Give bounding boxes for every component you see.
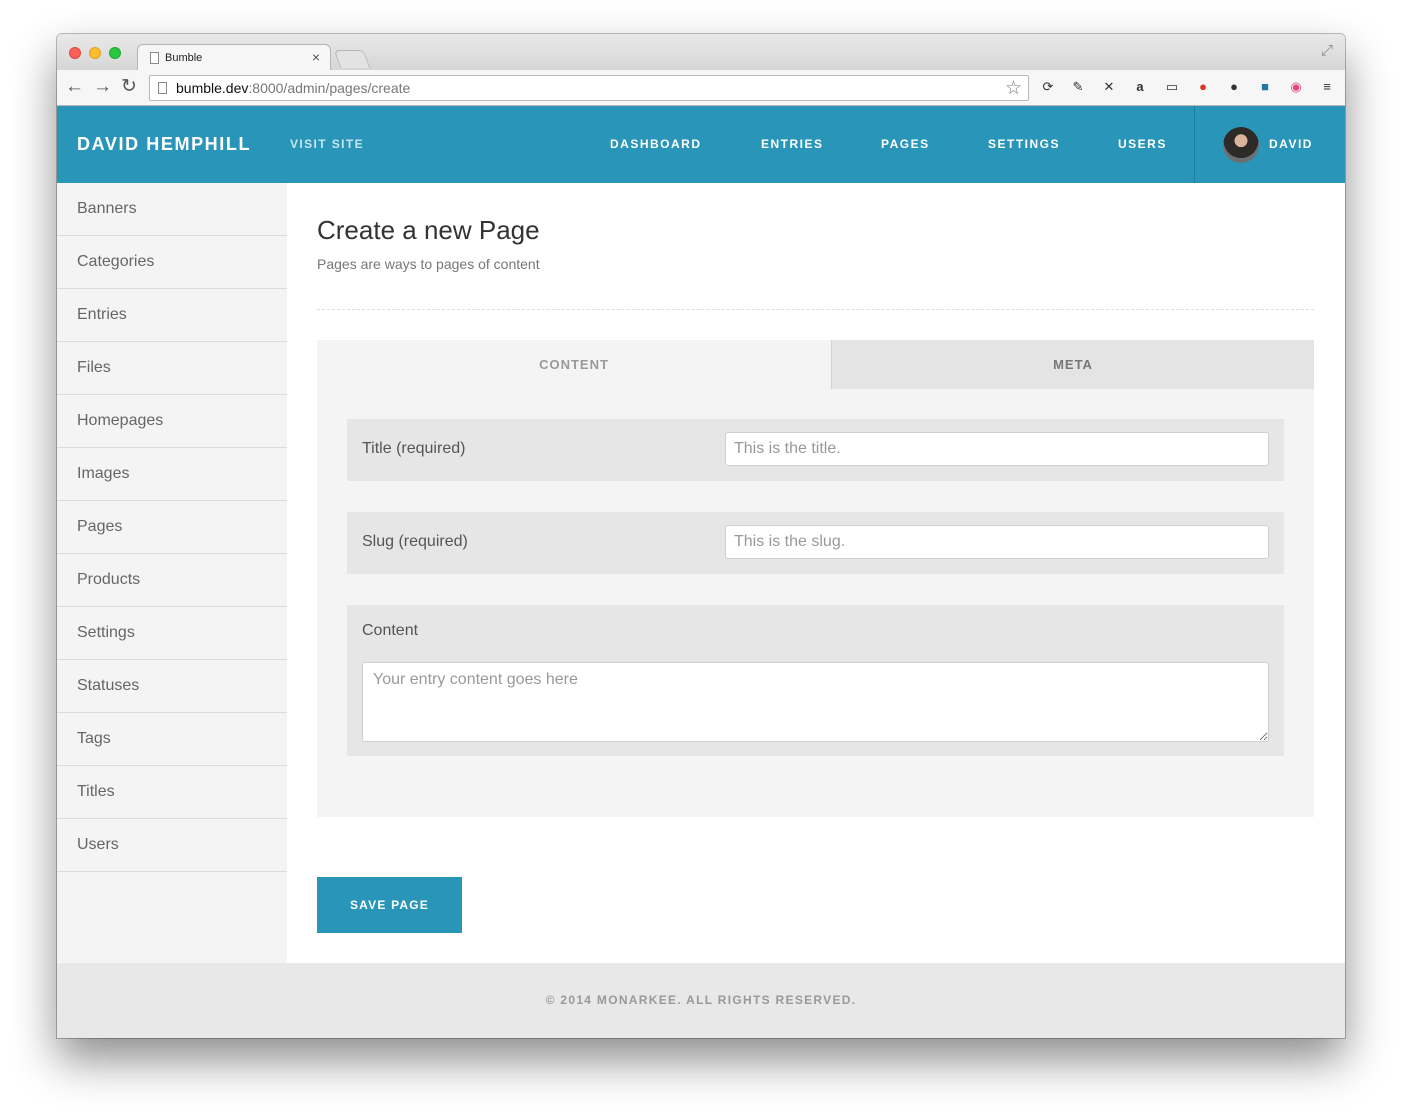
tab-close-icon[interactable]: ×: [312, 49, 320, 65]
tab-meta[interactable]: META: [831, 340, 1314, 389]
sidebar-item-homepages[interactable]: Homepages: [57, 395, 287, 448]
camera-extension-icon[interactable]: ◉: [1287, 78, 1305, 96]
tab-title: Bumble: [165, 52, 203, 64]
page-title: Create a new Page: [317, 215, 540, 245]
visit-site-link[interactable]: VISIT SITE: [290, 137, 364, 151]
page-subtitle: Pages are ways to pages of content: [317, 256, 540, 272]
sidebar-item-titles[interactable]: Titles: [57, 766, 287, 819]
tab-strip: Bumble × ⤢: [57, 34, 1345, 70]
pin-extension-icon[interactable]: ✕: [1100, 78, 1118, 96]
sidebar-item-entries[interactable]: Entries: [57, 289, 287, 342]
forward-icon[interactable]: →: [93, 76, 112, 98]
sidebar: Banners Categories Entries Files Homepag…: [57, 183, 287, 963]
cast-icon[interactable]: ▭: [1163, 78, 1181, 96]
divider: [317, 309, 1314, 310]
sidebar-item-files[interactable]: Files: [57, 342, 287, 395]
url-text: bumble.dev:8000/admin/pages/create: [176, 80, 410, 96]
nav-users[interactable]: USERS: [1118, 137, 1167, 151]
page-icon: [158, 82, 167, 94]
sidebar-item-statuses[interactable]: Statuses: [57, 660, 287, 713]
close-window-button[interactable]: [69, 47, 81, 59]
wrench-extension-icon[interactable]: ✎: [1069, 78, 1087, 96]
title-input[interactable]: [725, 432, 1269, 466]
minimize-window-button[interactable]: [89, 47, 101, 59]
sidebar-item-images[interactable]: Images: [57, 448, 287, 501]
sidebar-item-users[interactable]: Users: [57, 819, 287, 872]
sidebar-item-pages[interactable]: Pages: [57, 501, 287, 554]
avatar: [1223, 127, 1259, 163]
sidebar-item-tags[interactable]: Tags: [57, 713, 287, 766]
reload-icon[interactable]: ↻: [121, 76, 137, 98]
sidebar-item-products[interactable]: Products: [57, 554, 287, 607]
browser-toolbar: ← → ↻ bumble.dev:8000/admin/pages/create…: [57, 70, 1345, 106]
menu-icon[interactable]: ≡: [1318, 78, 1336, 96]
main-content: Create a new Page Pages are ways to page…: [287, 183, 1345, 963]
address-bar[interactable]: bumble.dev:8000/admin/pages/create ☆: [149, 75, 1029, 101]
app-header: DAVID HEMPHILL VISIT SITE DASHBOARD ENTR…: [57, 106, 1345, 183]
adblock-extension-icon[interactable]: ●: [1194, 78, 1212, 96]
browser-window: Bumble × ⤢ ← → ↻ bumble.dev:8000/admin/p…: [57, 34, 1345, 1038]
amazon-extension-icon[interactable]: a: [1131, 78, 1149, 96]
title-label: Title (required): [362, 440, 466, 457]
content-label: Content: [362, 622, 419, 639]
puzzle-extension-icon[interactable]: ■: [1256, 78, 1274, 96]
dark-extension-icon[interactable]: ●: [1225, 78, 1243, 96]
sidebar-item-banners[interactable]: Banners: [57, 183, 287, 236]
brand-logo[interactable]: DAVID HEMPHILL: [77, 134, 251, 155]
new-tab-button[interactable]: [333, 50, 371, 68]
save-page-button[interactable]: SAVE PAGE: [317, 877, 462, 933]
fullscreen-icon[interactable]: ⤢: [1321, 42, 1333, 59]
nav-dashboard[interactable]: DASHBOARD: [610, 137, 702, 151]
nav-pages[interactable]: PAGES: [881, 137, 930, 151]
zoom-window-button[interactable]: [109, 47, 121, 59]
nav-entries[interactable]: ENTRIES: [761, 137, 824, 151]
slug-input[interactable]: [725, 525, 1269, 559]
content-textarea[interactable]: [362, 662, 1269, 742]
sync-extension-icon[interactable]: ⟳: [1039, 78, 1057, 96]
sidebar-item-settings[interactable]: Settings: [57, 607, 287, 660]
bookmark-star-icon[interactable]: ☆: [1005, 77, 1022, 100]
form-tabs-panel: CONTENT META Title (required) Slug (requ…: [317, 340, 1314, 817]
title-field-row: Title (required): [347, 419, 1284, 481]
page-icon: [150, 52, 159, 64]
browser-tab[interactable]: Bumble ×: [137, 44, 331, 70]
tab-content[interactable]: CONTENT: [317, 340, 831, 389]
footer: © 2014 MONARKEE. ALL RIGHTS RESERVED.: [57, 963, 1345, 1038]
url-path: :8000/admin/pages/create: [248, 80, 411, 96]
user-menu[interactable]: DAVID: [1194, 106, 1345, 183]
content-field-row: Content: [347, 605, 1284, 756]
back-icon[interactable]: ←: [65, 76, 84, 98]
user-name: DAVID: [1269, 137, 1313, 151]
slug-field-row: Slug (required): [347, 512, 1284, 574]
sidebar-item-categories[interactable]: Categories: [57, 236, 287, 289]
url-host: bumble.dev: [176, 80, 249, 96]
slug-label: Slug (required): [362, 533, 468, 550]
nav-settings[interactable]: SETTINGS: [988, 137, 1060, 151]
